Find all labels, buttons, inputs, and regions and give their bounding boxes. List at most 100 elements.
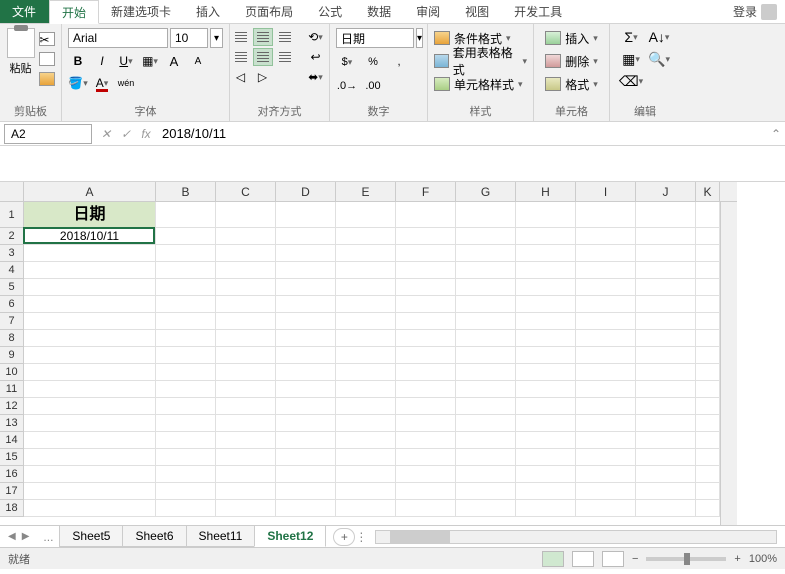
cell[interactable] (336, 381, 396, 398)
chevron-down-icon[interactable]: ▾ (416, 28, 423, 48)
cell[interactable] (216, 245, 276, 262)
cell[interactable] (276, 381, 336, 398)
cell[interactable]: 日期 (24, 202, 156, 228)
tab-home[interactable]: 开始 (49, 0, 99, 24)
border-button[interactable]: ▦▾ (140, 52, 160, 70)
cell[interactable] (24, 483, 156, 500)
row-header-7[interactable]: 7 (0, 313, 24, 330)
align-bottom-icon[interactable] (275, 28, 295, 46)
sort-filter-button[interactable]: A↓▾ (648, 28, 670, 46)
col-header-E[interactable]: E (336, 182, 396, 202)
row-header-4[interactable]: 4 (0, 262, 24, 279)
cell[interactable] (396, 347, 456, 364)
add-sheet-button[interactable]: + (333, 528, 355, 546)
cell[interactable] (336, 330, 396, 347)
cell[interactable] (396, 500, 456, 517)
sheet-nav-next-icon[interactable]: ▶ (22, 531, 30, 542)
cell[interactable] (216, 449, 276, 466)
cell[interactable] (24, 466, 156, 483)
cell[interactable] (156, 245, 216, 262)
col-header-F[interactable]: F (396, 182, 456, 202)
cell[interactable] (396, 398, 456, 415)
select-all-corner[interactable] (0, 182, 24, 202)
cell[interactable] (24, 449, 156, 466)
sheet-overflow[interactable]: ... (37, 530, 59, 544)
cell[interactable] (456, 483, 516, 500)
cell[interactable] (516, 347, 576, 364)
find-button[interactable]: 🔍▾ (648, 50, 670, 68)
font-color-button[interactable]: A▾ (92, 74, 112, 92)
cell[interactable] (636, 262, 696, 279)
cell[interactable] (276, 245, 336, 262)
cell[interactable] (696, 449, 720, 466)
cell[interactable] (696, 245, 720, 262)
cell[interactable] (576, 364, 636, 381)
cell[interactable] (576, 296, 636, 313)
row-header-2[interactable]: 2 (0, 228, 24, 245)
cell[interactable] (336, 364, 396, 381)
cell[interactable] (156, 279, 216, 296)
cell[interactable] (576, 262, 636, 279)
percent-button[interactable]: % (362, 52, 384, 72)
italic-button[interactable]: I (92, 52, 112, 70)
cell[interactable] (516, 279, 576, 296)
cell[interactable] (636, 245, 696, 262)
cell[interactable] (396, 296, 456, 313)
cell[interactable] (336, 432, 396, 449)
wrap-text-button[interactable]: ↩ (303, 48, 329, 66)
row-header-5[interactable]: 5 (0, 279, 24, 296)
cell[interactable] (156, 449, 216, 466)
cell[interactable] (216, 500, 276, 517)
cell[interactable] (576, 483, 636, 500)
cell[interactable]: 2018/10/11 (24, 228, 156, 245)
cell[interactable] (156, 483, 216, 500)
cell[interactable] (276, 415, 336, 432)
cell[interactable] (636, 432, 696, 449)
cell[interactable] (576, 466, 636, 483)
cancel-formula-icon[interactable]: ✕ (96, 127, 116, 141)
cell[interactable] (396, 245, 456, 262)
cell[interactable] (636, 398, 696, 415)
cell[interactable] (216, 466, 276, 483)
decrease-indent-icon[interactable]: ◁ (231, 68, 251, 86)
format-painter-icon[interactable] (39, 72, 55, 86)
enter-formula-icon[interactable]: ✓ (116, 127, 136, 141)
col-header-I[interactable]: I (576, 182, 636, 202)
cell[interactable] (276, 500, 336, 517)
cell[interactable] (516, 262, 576, 279)
tab-data[interactable]: 数据 (355, 0, 404, 23)
cell[interactable] (24, 432, 156, 449)
cell[interactable] (456, 313, 516, 330)
cell[interactable] (516, 449, 576, 466)
cell[interactable] (456, 347, 516, 364)
cell[interactable] (516, 432, 576, 449)
cell[interactable] (456, 245, 516, 262)
cell[interactable] (156, 347, 216, 364)
cell[interactable] (636, 449, 696, 466)
cell[interactable] (276, 347, 336, 364)
cell[interactable] (456, 500, 516, 517)
cell[interactable] (216, 398, 276, 415)
cell[interactable] (396, 330, 456, 347)
cell[interactable] (396, 202, 456, 228)
cell[interactable] (696, 381, 720, 398)
sheet-tab-6[interactable]: Sheet6 (122, 526, 186, 547)
cell[interactable] (216, 313, 276, 330)
row-header-6[interactable]: 6 (0, 296, 24, 313)
cell[interactable] (516, 228, 576, 245)
cell[interactable] (516, 364, 576, 381)
cell[interactable] (156, 415, 216, 432)
align-left-icon[interactable] (231, 48, 251, 66)
zoom-in-icon[interactable]: + (734, 553, 740, 565)
row-header-11[interactable]: 11 (0, 381, 24, 398)
cell[interactable] (576, 245, 636, 262)
row-header-1[interactable]: 1 (0, 202, 24, 228)
cell[interactable] (276, 449, 336, 466)
cell[interactable] (336, 347, 396, 364)
view-normal-icon[interactable] (542, 551, 564, 567)
cell[interactable] (396, 483, 456, 500)
cell[interactable] (336, 500, 396, 517)
decrease-font-icon[interactable]: A (188, 52, 208, 70)
cell[interactable] (456, 364, 516, 381)
cell[interactable] (576, 202, 636, 228)
